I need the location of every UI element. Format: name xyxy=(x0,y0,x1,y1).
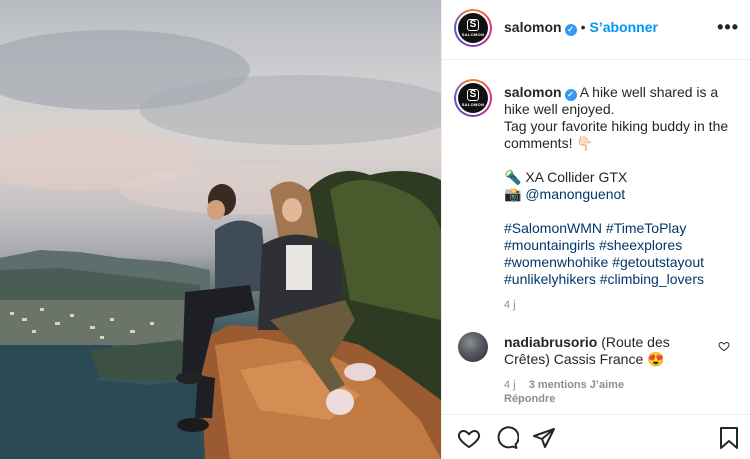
share-icon[interactable] xyxy=(532,426,556,450)
camera-line: 📸 @manonguenot xyxy=(504,186,740,203)
comment-icon[interactable] xyxy=(495,426,519,450)
logo-letter: S xyxy=(467,19,479,31)
hashtag-line[interactable]: #mountaingirls #sheexplores xyxy=(504,237,740,254)
heart-icon[interactable] xyxy=(457,426,481,450)
follow-button[interactable]: S’abonner xyxy=(589,19,657,35)
caption-spacer xyxy=(504,203,740,220)
caption-username[interactable]: salomon xyxy=(504,84,562,100)
comment-likes[interactable]: 3 mentions J’aime xyxy=(529,379,624,391)
commenter-username[interactable]: nadiabrusorio xyxy=(504,334,597,350)
hashtag-line[interactable]: #unlikelyhikers #climbing_lovers xyxy=(504,271,740,288)
commenter-avatar[interactable] xyxy=(458,332,488,362)
hashtag-line[interactable]: #SalomonWMN #TimeToPlay xyxy=(504,220,740,237)
separator-dot: • xyxy=(580,19,586,35)
author-username[interactable]: salomon xyxy=(504,19,562,35)
hashtag-line[interactable]: #womenwhohike #getoutstayout xyxy=(504,254,740,271)
verified-badge-icon: ✓ xyxy=(564,24,577,36)
more-options-icon[interactable]: ••• xyxy=(717,18,739,36)
caption-intro: salomon ✓ A hike well shared is a hike we… xyxy=(504,84,740,118)
post-side-panel: S SALOMON salomon ✓ • S’abonner ••• S SALOM… xyxy=(441,0,750,459)
camera-icon: 📸 xyxy=(504,186,522,202)
gear-text: XA Collider GTX xyxy=(525,169,628,185)
bookmark-icon[interactable] xyxy=(718,426,740,450)
logo-letter: S xyxy=(467,89,479,101)
logo-wordmark: SALOMON xyxy=(461,102,485,107)
comment-like-heart-icon[interactable] xyxy=(718,340,730,352)
verified-badge-icon: ✓ xyxy=(564,89,577,101)
caption-spacer xyxy=(504,152,740,169)
comment-timestamp[interactable]: 4 j xyxy=(504,379,516,391)
reply-button[interactable]: Répondre xyxy=(504,392,624,406)
post-caption: salomon ✓ A hike well shared is a hike we… xyxy=(504,84,740,314)
caption-line2: Tag your favorite hiking buddy in the co… xyxy=(504,118,729,151)
post-header: S SALOMON salomon ✓ • S’abonner ••• xyxy=(442,0,750,60)
post-photo[interactable] xyxy=(0,0,441,459)
logo-wordmark: SALOMON xyxy=(461,32,485,37)
comment: nadiabrusorio (Route des Crêtes) Cassis … xyxy=(504,334,714,368)
flashlight-icon: 🔦 xyxy=(504,169,522,185)
action-bar xyxy=(442,414,750,459)
caption-author-avatar[interactable]: S SALOMON xyxy=(454,79,492,117)
header-user-line: salomon ✓ • S’abonner xyxy=(504,19,658,36)
author-avatar[interactable]: S SALOMON xyxy=(454,9,492,47)
caption-timestamp[interactable]: 4 j xyxy=(504,297,740,314)
comment-meta: 4 j 3 mentions J’aime Répondre xyxy=(504,378,624,406)
salomon-logo-icon: S SALOMON xyxy=(458,13,488,43)
gear-line: 🔦 XA Collider GTX xyxy=(504,169,740,186)
photographer-mention[interactable]: @manonguenot xyxy=(525,186,625,202)
photo-scene xyxy=(0,30,441,459)
salomon-logo-icon: S SALOMON xyxy=(458,83,488,113)
